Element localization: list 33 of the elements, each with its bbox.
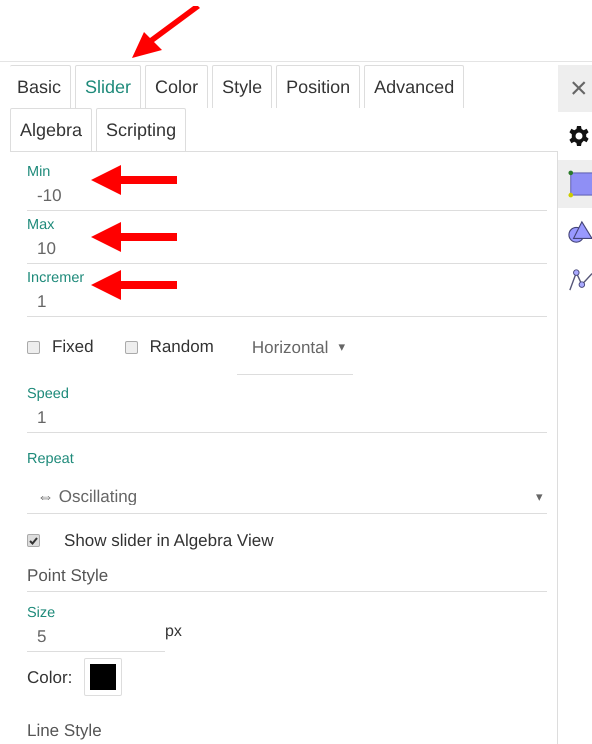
field-label: Repeat — [27, 450, 74, 469]
tab[interactable]: Advanced — [364, 65, 464, 108]
color-label: Color: — [27, 666, 72, 688]
section-title: Line Style — [27, 720, 102, 742]
tab[interactable]: Basic — [10, 65, 72, 108]
tab[interactable]: Scripting — [96, 108, 186, 151]
section-title: Point Style — [27, 566, 108, 586]
field-label: Size — [27, 604, 56, 622]
orientation-dropdown[interactable]: Horizontal ▾ — [236, 335, 353, 375]
tab[interactable]: Algebra — [10, 108, 92, 151]
rectangle-tool-icon — [568, 169, 592, 199]
close-button[interactable]: × — [558, 65, 592, 112]
field-label: Max — [27, 216, 54, 234]
tab[interactable]: Position — [276, 65, 360, 108]
tab[interactable]: Slider — [75, 65, 142, 108]
checkbox-label: Random — [150, 336, 214, 358]
checkbox[interactable] — [27, 534, 40, 547]
color-swatch[interactable] — [84, 658, 122, 696]
checkbox[interactable] — [124, 340, 138, 354]
tab[interactable]: Color — [145, 65, 208, 108]
tab[interactable]: Style — [212, 65, 272, 108]
field-label: Speed — [27, 385, 69, 403]
triangle-circle-icon — [568, 219, 592, 245]
field-label: Min — [27, 163, 50, 181]
checkbox-label: Show slider in Algebra View — [64, 530, 274, 552]
input-field[interactable]: 1 — [27, 403, 547, 433]
curve-icon — [568, 267, 592, 293]
field-label: Incremer — [27, 269, 84, 287]
input-field[interactable]: 5 — [27, 622, 165, 652]
checkbox-label: Fixed — [52, 336, 94, 358]
unit-label: px — [165, 622, 182, 642]
annotation-arrow — [132, 6, 202, 58]
checkbox[interactable] — [27, 340, 40, 354]
